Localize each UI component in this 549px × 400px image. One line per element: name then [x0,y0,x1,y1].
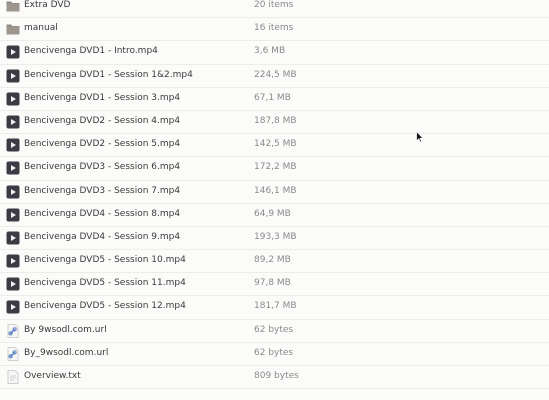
video-file-icon [6,138,20,152]
file-size: 142,5 MB [254,139,297,150]
file-size: 172,2 MB [254,162,297,173]
file-row[interactable]: Bencivenga DVD5 - Session 12.mp4 181,7 MB [0,296,549,320]
file-name: By_9wsodl.com.url [24,347,109,358]
video-file-icon [6,208,20,222]
file-size: 224,5 MB [254,69,297,80]
folder-icon [6,24,20,35]
file-name: Bencivenga DVD1 - Intro.mp4 [24,46,158,57]
file-name: Bencivenga DVD2 - Session 4.mp4 [24,115,181,126]
file-row[interactable]: Extra DVD 20 items [0,0,549,19]
file-size: 187,8 MB [254,115,297,126]
file-name: By 9wsodl.com.url [24,324,107,335]
file-row[interactable]: Bencivenga DVD5 - Session 10.mp4 89,2 MB [0,250,549,274]
video-file-icon [6,161,20,175]
file-size: 16 items [254,23,294,34]
file-name: Bencivenga DVD5 - Session 12.mp4 [24,301,186,312]
file-row[interactable]: Bencivenga DVD1 - Session 3.mp4 67,1 MB [0,88,549,111]
file-list: Extra DVD 20 items manual 16 items Benciveng… [0,0,549,390]
video-file-icon [6,300,20,314]
file-name: Bencivenga DVD2 - Session 5.mp4 [24,139,181,150]
file-size: 67,1 MB [254,92,291,103]
file-size: 89,2 MB [254,255,291,266]
file-name: manual [24,23,58,34]
file-size: 3,6 MB [254,46,286,57]
file-name: Bencivenga DVD1 - Session 3.mp4 [24,92,181,103]
video-file-icon [6,277,20,291]
file-name: Bencivenga DVD4 - Session 8.mp4 [24,208,181,219]
file-name: Bencivenga DVD1 - Session 1&2.mp4 [24,69,193,80]
video-file-icon [6,231,20,245]
file-row[interactable]: Overview.txt 809 bytes [0,366,549,390]
file-row[interactable]: By_9wsodl.com.url 62 bytes [0,343,549,366]
file-size: 64,9 MB [254,208,291,219]
video-file-icon [6,115,20,129]
file-size: 62 bytes [254,324,294,335]
file-row[interactable]: Bencivenga DVD3 - Session 6.mp4 172,2 MB [0,157,549,181]
mouse-pointer-icon [416,131,424,143]
folder-icon [6,1,20,12]
link-file-icon [7,346,19,361]
file-row[interactable]: Bencivenga DVD2 - Session 5.mp4 142,5 MB [0,134,549,158]
file-row[interactable]: Bencivenga DVD5 - Session 11.mp4 97,8 MB [0,273,549,297]
file-row[interactable]: Bencivenga DVD4 - Session 9.mp4 193,3 MB [0,227,549,251]
file-size: 809 bytes [254,371,299,381]
file-row[interactable]: Bencivenga DVD3 - Session 7.mp4 146,1 MB [0,181,549,204]
file-size: 146,1 MB [254,185,297,196]
file-size: 97,8 MB [254,278,291,289]
file-row[interactable]: Bencivenga DVD1 - Session 1&2.mp4 224,5 M… [0,65,549,88]
file-size: 62 bytes [254,347,294,358]
file-row[interactable]: Bencivenga DVD2 - Session 4.mp4 187,8 MB [0,111,549,135]
video-file-icon [6,69,20,83]
file-row[interactable]: Bencivenga DVD1 - Intro.mp4 3,6 MB [0,41,549,65]
file-name: Overview.txt [24,371,81,381]
video-file-icon [6,45,20,59]
video-file-icon [6,254,20,268]
text-file-icon [7,370,19,384]
file-size: 20 items [254,0,294,10]
file-row[interactable]: Bencivenga DVD4 - Session 8.mp4 64,9 MB [0,204,549,227]
link-file-icon [7,323,19,338]
file-name: Bencivenga DVD5 - Session 10.mp4 [24,255,186,266]
file-name: Bencivenga DVD3 - Session 6.mp4 [24,162,181,173]
file-name: Bencivenga DVD3 - Session 7.mp4 [24,185,181,196]
file-name: Bencivenga DVD5 - Session 11.mp4 [24,278,186,289]
file-size: 181,7 MB [254,301,297,312]
video-file-icon [6,185,20,198]
file-row[interactable]: manual 16 items [0,18,549,42]
file-name: Extra DVD [24,0,71,10]
file-size: 193,3 MB [254,231,297,242]
file-name: Bencivenga DVD4 - Session 9.mp4 [24,231,181,242]
file-row[interactable]: By 9wsodl.com.url 62 bytes [0,320,549,343]
video-file-icon [6,92,20,106]
